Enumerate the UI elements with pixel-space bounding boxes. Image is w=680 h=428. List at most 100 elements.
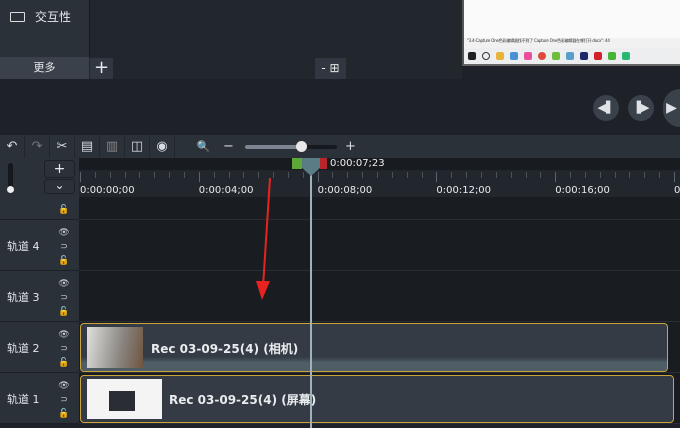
track-header[interactable]: 轨道 3 👁 ⊃ 🔓 — [0, 271, 79, 322]
snapshot-icon[interactable]: ◉ — [150, 135, 175, 158]
ruler-tick — [302, 172, 304, 178]
track-lane[interactable] — [79, 271, 680, 322]
visibility-icon[interactable]: 👁 — [58, 328, 70, 342]
track-header[interactable]: 轨道 4 👁 ⊃ 🔓 — [0, 220, 79, 271]
ruler-tick — [287, 172, 289, 178]
more-tab[interactable]: 更多 — [0, 57, 89, 79]
redo-icon[interactable]: ↷ — [25, 135, 50, 158]
ruler-tick — [213, 172, 215, 178]
media-clip[interactable]: Rec 03-09-25(4) (相机) — [80, 323, 668, 372]
track-name: 轨道 1 — [7, 392, 40, 406]
annotation-arrow — [256, 177, 271, 300]
time-ruler[interactable]: 0:00:00;00 0:00:04;00 0:00:08;00 0:00:12;00… — [79, 170, 680, 197]
out-point-marker[interactable] — [320, 158, 327, 169]
preview-document — [464, 0, 680, 38]
in-point-marker[interactable] — [292, 158, 302, 169]
search-icon — [482, 52, 490, 60]
app-icon — [622, 52, 630, 60]
app-icon — [524, 52, 532, 60]
chrome-icon — [538, 52, 546, 60]
ruler-tick — [570, 172, 572, 178]
ruler-label: 0:00:12;00 — [436, 185, 492, 196]
lock-icon[interactable]: 🔓 — [58, 407, 70, 421]
track-header[interactable]: 轨道 2 👁 ⊃ 🔓 — [0, 322, 79, 373]
link-icon[interactable]: ⊃ — [58, 393, 70, 407]
track-height-handle[interactable] — [7, 186, 14, 193]
playhead-time: 0:00:07;23 — [330, 158, 385, 169]
lock-icon[interactable]: 🔓 — [58, 203, 70, 217]
collapse-tracks-button[interactable]: ⌄ — [44, 179, 75, 194]
track-icons: 👁 ⊃ 🔓 — [58, 277, 70, 319]
paste-icon[interactable]: ▥ — [100, 135, 125, 158]
link-icon[interactable]: ⊃ — [58, 291, 70, 305]
zoom-slider[interactable] — [245, 145, 337, 149]
undo-icon[interactable]: ↶ — [0, 135, 25, 158]
ruler-label: 0 — [674, 185, 680, 196]
split-icon[interactable]: ◫ — [125, 135, 150, 158]
add-track-button[interactable]: + — [44, 160, 75, 178]
zoom-out-button[interactable]: − — [216, 135, 241, 158]
ruler-tick — [451, 172, 453, 178]
ruler-tick — [377, 172, 378, 178]
lock-icon[interactable]: 🔓 — [58, 356, 70, 370]
track-lane[interactable] — [79, 197, 680, 220]
ruler-tick — [406, 172, 408, 178]
track-icons: 🔓 — [58, 203, 70, 217]
ruler-tick — [109, 172, 111, 178]
link-icon[interactable]: ⊃ — [58, 342, 70, 356]
media-clip[interactable]: Rec 03-09-25(4) (屏幕) — [80, 375, 674, 423]
ruler-tick — [421, 172, 423, 178]
zoom-slider-fill — [245, 145, 301, 149]
ruler-tick — [80, 172, 81, 182]
playhead-line — [310, 170, 312, 428]
ruler-tick — [169, 172, 171, 178]
ruler-tick — [347, 172, 349, 178]
copy-icon[interactable]: ▤ — [75, 135, 100, 158]
canvas-preview[interactable]: "3.4-Capture One色彩编辑器找不到了 Capture One色彩编… — [462, 0, 680, 66]
track-header[interactable]: 🔓 — [0, 197, 79, 220]
track-name: 轨道 2 — [7, 341, 40, 355]
layout-grid-button[interactable]: - ⊞ — [315, 58, 346, 79]
ruler-tick — [614, 172, 616, 178]
visibility-icon[interactable]: 👁 — [58, 226, 70, 240]
audio-waveform — [81, 357, 667, 371]
interactivity-label: 交互性 — [35, 10, 72, 24]
clip-thumbnail — [87, 379, 162, 419]
zoom-in-button[interactable]: + — [338, 135, 363, 158]
play-button[interactable]: ▶ — [663, 89, 680, 127]
ruler-label: 0:00:08;00 — [317, 185, 373, 196]
preview-taskbar — [464, 48, 680, 64]
visibility-icon[interactable]: 👁 — [58, 277, 70, 291]
ruler-tick — [198, 172, 200, 182]
cut-icon[interactable]: ✂ — [50, 135, 75, 158]
zoom-icon: 🔍 — [196, 140, 211, 153]
ruler-tick — [599, 172, 601, 178]
ruler-tick — [674, 172, 675, 182]
track-icons: 👁 ⊃ 🔓 — [58, 226, 70, 268]
lock-icon[interactable]: 🔓 — [58, 254, 70, 268]
ruler-tick — [525, 172, 527, 178]
ruler-tick — [391, 172, 393, 178]
track-header[interactable]: 轨道 1 👁 ⊃ 🔓 — [0, 373, 79, 424]
zoom-slider-handle[interactable] — [296, 141, 307, 152]
ruler-label: 0:00:00;00 — [80, 185, 135, 196]
preview-caption: "3.4-Capture One色彩编辑器找不到了 Capture One色彩编… — [467, 38, 610, 43]
ruler-tick — [317, 172, 319, 182]
ruler-tick — [228, 172, 230, 178]
windows-icon — [468, 52, 476, 60]
visibility-icon[interactable]: 👁 — [58, 379, 70, 393]
track-icons: 👁 ⊃ 🔓 — [58, 379, 70, 421]
next-frame-button[interactable]: ▐▶ — [628, 95, 654, 121]
lock-icon[interactable]: 🔓 — [58, 305, 70, 319]
add-button[interactable]: + — [90, 58, 113, 79]
timeline-controls: + ⌄ — [0, 158, 79, 197]
ruler-tick — [480, 172, 482, 178]
app-icon — [566, 52, 574, 60]
ruler-tick — [644, 172, 646, 178]
ruler-label: 0:00:04;00 — [198, 185, 254, 196]
previous-frame-button[interactable]: ◀▌ — [593, 95, 619, 121]
track-lane[interactable] — [79, 220, 680, 271]
tool-interactivity[interactable]: 交互性 — [10, 8, 71, 25]
link-icon[interactable]: ⊃ — [58, 240, 70, 254]
clip-title: Rec 03-09-25(4) (相机) — [151, 341, 299, 356]
